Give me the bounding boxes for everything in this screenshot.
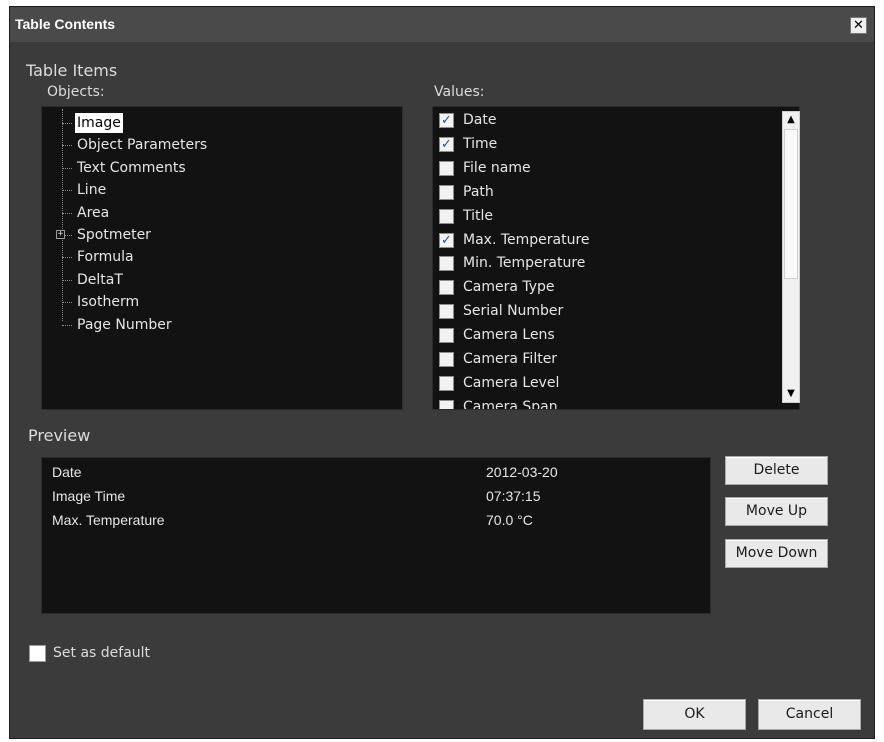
scroll-down-arrow-icon[interactable]: ▼ [783,386,799,402]
value-label: File name [463,159,531,176]
tree-item-label: Page Number [77,316,172,333]
tree-branch-line [62,324,72,326]
preview-table[interactable]: Date 2012-03-20 Image Time 07:37:15 Max. Tem… [41,457,711,614]
value-label: Max. Temperature [463,231,590,248]
preview-field-name: Date [52,464,82,480]
move-up-button[interactable]: Move Up [725,497,828,526]
objects-tree[interactable]: Image Object Parameters Text Comments Line A… [41,106,403,410]
set-default-checkbox[interactable] [29,645,46,662]
tree-item-label: Line [77,182,107,199]
set-default-label[interactable]: Set as default [53,645,150,661]
tree-item-label: Area [77,204,110,221]
table-contents-dialog: Table Contents ✕ Table Items Objects: Va… [9,6,875,739]
objects-label: Objects: [47,84,105,100]
scroll-thumb[interactable] [784,129,798,279]
value-label: Time [463,135,498,152]
cancel-button[interactable]: Cancel [758,699,861,730]
expand-plus-icon[interactable]: + [56,230,65,239]
tree-item-label: Isotherm [77,294,140,311]
tree-branch-line [62,279,72,281]
table-items-heading: Table Items [26,61,118,80]
value-label: Title [463,207,494,224]
value-checkbox[interactable] [439,208,454,224]
value-label: Min. Temperature [463,255,586,272]
preview-row[interactable]: Image Time 07:37:15 [52,484,710,508]
tree-item-label: Spotmeter [77,227,151,243]
preview-row[interactable]: Max. Temperature 70.0 °C [52,508,710,532]
tree-branch-line [62,190,72,192]
title-bar: Table Contents ✕ [10,7,874,42]
values-label: Values: [434,84,485,100]
value-checkbox[interactable] [439,184,454,200]
value-label: Serial Number [463,303,564,320]
preview-field-value: 07:37:15 [486,488,541,504]
tree-branch-line [62,257,72,259]
preview-field-value: 2012-03-20 [486,464,558,480]
checkmark-icon: ✓ [441,113,452,128]
checkmark-icon: ✓ [441,136,452,152]
value-label: Date [463,112,497,128]
value-checkbox[interactable] [439,256,454,272]
value-checkbox[interactable]: ✓ [439,136,454,152]
scroll-up-arrow-icon[interactable]: ▲ [783,112,799,128]
value-checkbox[interactable] [439,160,454,176]
value-label: Camera Level [463,374,560,391]
tree-branch-line [62,212,72,214]
value-checkbox[interactable] [439,328,454,344]
value-label: Path [463,183,494,200]
tree-item-label: Formula [77,249,134,266]
value-label: Camera Lens [463,327,555,344]
tree-item-label: Object Parameters [77,137,208,154]
checkmark-icon: ✓ [441,232,452,248]
values-list[interactable]: ✓ Date ✓ Time File name Path Title ✓ Max. Temper… [432,106,800,410]
preview-row[interactable]: Date 2012-03-20 [52,460,710,484]
value-checkbox[interactable] [439,352,454,367]
tree-connector-line [62,109,63,321]
move-down-button[interactable]: Move Down [725,539,828,568]
value-label: Camera Type [463,279,555,296]
tree-item-label: Image [75,113,123,133]
close-icon[interactable]: ✕ [850,17,867,34]
value-checkbox[interactable]: ✓ [439,232,454,248]
tree-branch-line [62,302,72,304]
tree-branch-line [62,123,72,124]
tree-branch-line [62,145,72,147]
delete-button[interactable]: Delete [725,456,828,485]
preview-field-name: Max. Temperature [52,512,165,528]
preview-heading: Preview [28,426,91,445]
value-checkbox[interactable] [439,304,454,320]
value-checkbox[interactable] [439,375,454,391]
tree-item-label: DeltaT [77,271,123,288]
preview-field-value: 70.0 °C [486,512,533,528]
values-scrollbar[interactable]: ▲ ▼ [782,111,800,403]
tree-item-label: Text Comments [77,159,186,176]
dialog-title: Table Contents [15,16,116,32]
preview-field-name: Image Time [52,488,126,504]
value-label: Camera Filter [463,351,558,367]
tree-branch-line [62,167,72,169]
value-checkbox[interactable] [439,399,454,409]
value-checkbox[interactable]: ✓ [439,113,454,128]
value-checkbox[interactable] [439,280,454,296]
value-label: Camera Span [463,398,558,410]
ok-button[interactable]: OK [643,699,746,730]
